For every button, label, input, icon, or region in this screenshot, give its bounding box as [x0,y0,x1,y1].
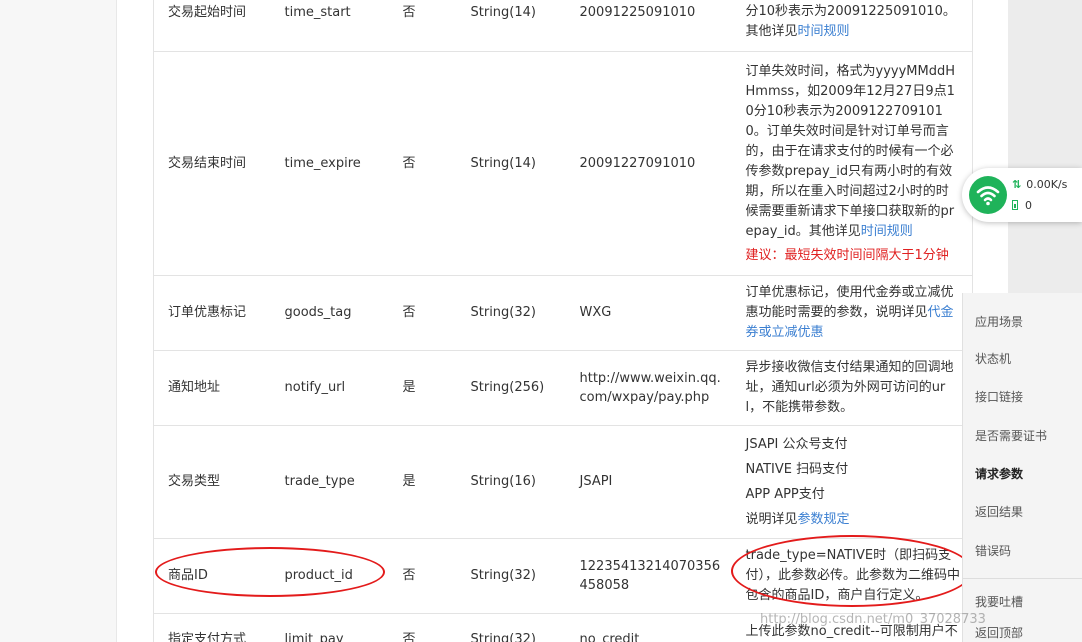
field-name: 通知地址 [153,350,271,426]
field-param: product_id [270,538,389,614]
request-params-table: 交易起始时间 time_start 否 String(14) 200912250… [153,0,973,642]
field-description: 异步接收微信支付结果通知的回调地址，通知url必须为外网可访问的url，不能携带… [735,350,973,426]
field-required: 是 [388,350,457,426]
field-name: 订单优惠标记 [153,275,271,351]
field-param: notify_url [270,350,389,426]
field-param: trade_type [270,425,389,539]
field-type: String(14) [456,51,566,276]
field-type: String(32) [456,538,566,614]
side-item-scenario[interactable]: 应用场景 [975,313,1023,330]
field-name: 交易起始时间 [153,0,271,52]
battery-icon [1012,200,1018,210]
side-divider [963,578,1082,579]
desc-text: 订单优惠标记，使用代金券或立减优惠功能时需要的参数，说明详见 [745,285,954,320]
field-example: 20091227091010 [565,51,736,276]
table-row: 交易结束时间 time_expire 否 String(14) 20091227… [153,51,973,276]
field-param: time_start [270,0,389,52]
count-value: 0 [1025,199,1032,212]
side-item-request-params[interactable]: 请求参数 [975,465,1023,482]
net-speed: ⇅ 0.00K/s [1012,178,1067,191]
field-required: 是 [388,425,457,539]
side-item-error-code[interactable]: 错误码 [975,542,1011,559]
desc-text: 订单失效时间，格式为yyyyMMddHHmmss，如2009年12月27日9点1… [745,63,956,239]
side-item-certificate[interactable]: 是否需要证书 [975,427,1047,444]
field-example: no_credit [565,613,736,642]
field-type: String(256) [456,350,566,426]
field-description: 订单失效时间，格式为yyyyMMddHHmmss，如2009年12月27日9点1… [735,51,973,276]
field-type: String(32) [456,275,566,351]
field-required: 否 [388,538,457,614]
watermark: http://blog.csdn.net/m0_37028733 [760,612,986,627]
time-rules-link[interactable]: 时间规则 [798,24,850,39]
table-row: 通知地址 notify_url 是 String(256) http://www… [153,350,973,426]
field-description: 分10秒表示为20091225091010。其他详见时间规则 [735,0,973,52]
trade-type-native: NATIVE 扫码支付 [745,461,849,477]
table-row: 交易类型 trade_type 是 String(16) JSAPI JSAPI… [153,425,973,539]
field-name: 交易结束时间 [153,51,271,276]
side-item-feedback[interactable]: 我要吐槽 [975,593,1023,610]
table-row: 交易起始时间 time_start 否 String(14) 200912250… [153,0,973,52]
field-type: String(16) [456,425,566,539]
field-param: limit_pay [270,613,389,642]
trade-type-app: APP APP支付 [745,486,825,502]
field-example: 20091225091010 [565,0,736,52]
field-param: time_expire [270,51,389,276]
document-content: 交易起始时间 time_start 否 String(14) 200912250… [118,0,1008,642]
table-row: 商品ID product_id 否 String(32) 12235413214… [153,538,973,614]
speed-value: 0.00K/s [1026,178,1068,191]
side-navigation: 应用场景 状态机 接口链接 是否需要证书 请求参数 返回结果 错误码 我要吐槽 … [962,293,1082,642]
field-name: 交易类型 [153,425,271,539]
wifi-icon [969,176,1007,214]
side-item-api-link[interactable]: 接口链接 [975,388,1023,405]
field-name: 指定支付方式 [153,613,271,642]
field-description: trade_type=NATIVE时（即扫码支付），此参数必传。此参数为二维码中… [735,538,973,614]
param-rules-link[interactable]: 参数规定 [798,512,850,527]
trade-type-note: 说明详见参数规定 [746,510,961,530]
field-name: 商品ID [153,538,271,614]
field-param: goods_tag [270,275,389,351]
side-item-state-machine[interactable]: 状态机 [975,350,1011,367]
desc-text: 分10秒表示为20091225091010。其他详见 [745,4,956,39]
field-example: 12235413214070356458058 [565,538,736,614]
net-count: 0 [1012,199,1032,212]
left-gutter [0,0,117,642]
warning-text: 建议：最短失效时间间隔大于1分钟 [745,247,949,263]
field-type: String(32) [456,613,566,642]
network-speed-widget[interactable]: ⇅ 0.00K/s 0 [962,168,1082,222]
field-example: JSAPI [565,425,736,539]
table-row: 订单优惠标记 goods_tag 否 String(32) WXG 订单优惠标记… [153,275,973,351]
note-text: 说明详见 [745,511,798,527]
field-required: 否 [388,613,457,642]
field-type: String(14) [456,0,566,52]
field-required: 否 [388,275,457,351]
updown-arrow-icon: ⇅ [1012,178,1022,191]
field-example: WXG [565,275,736,351]
field-required: 否 [388,0,457,52]
field-description: JSAPI 公众号支付 NATIVE 扫码支付 APP APP支付 说明详见参数… [735,425,973,539]
field-required: 否 [388,51,457,276]
time-rules-link[interactable]: 时间规则 [861,224,913,239]
field-description: 订单优惠标记，使用代金券或立减优惠功能时需要的参数，说明详见代金券或立减优惠 [735,275,973,351]
trade-type-jsapi: JSAPI 公众号支付 [745,436,848,452]
side-item-return-result[interactable]: 返回结果 [975,503,1023,520]
field-example: http://www.weixin.qq.com/wxpay/pay.php [565,350,736,426]
